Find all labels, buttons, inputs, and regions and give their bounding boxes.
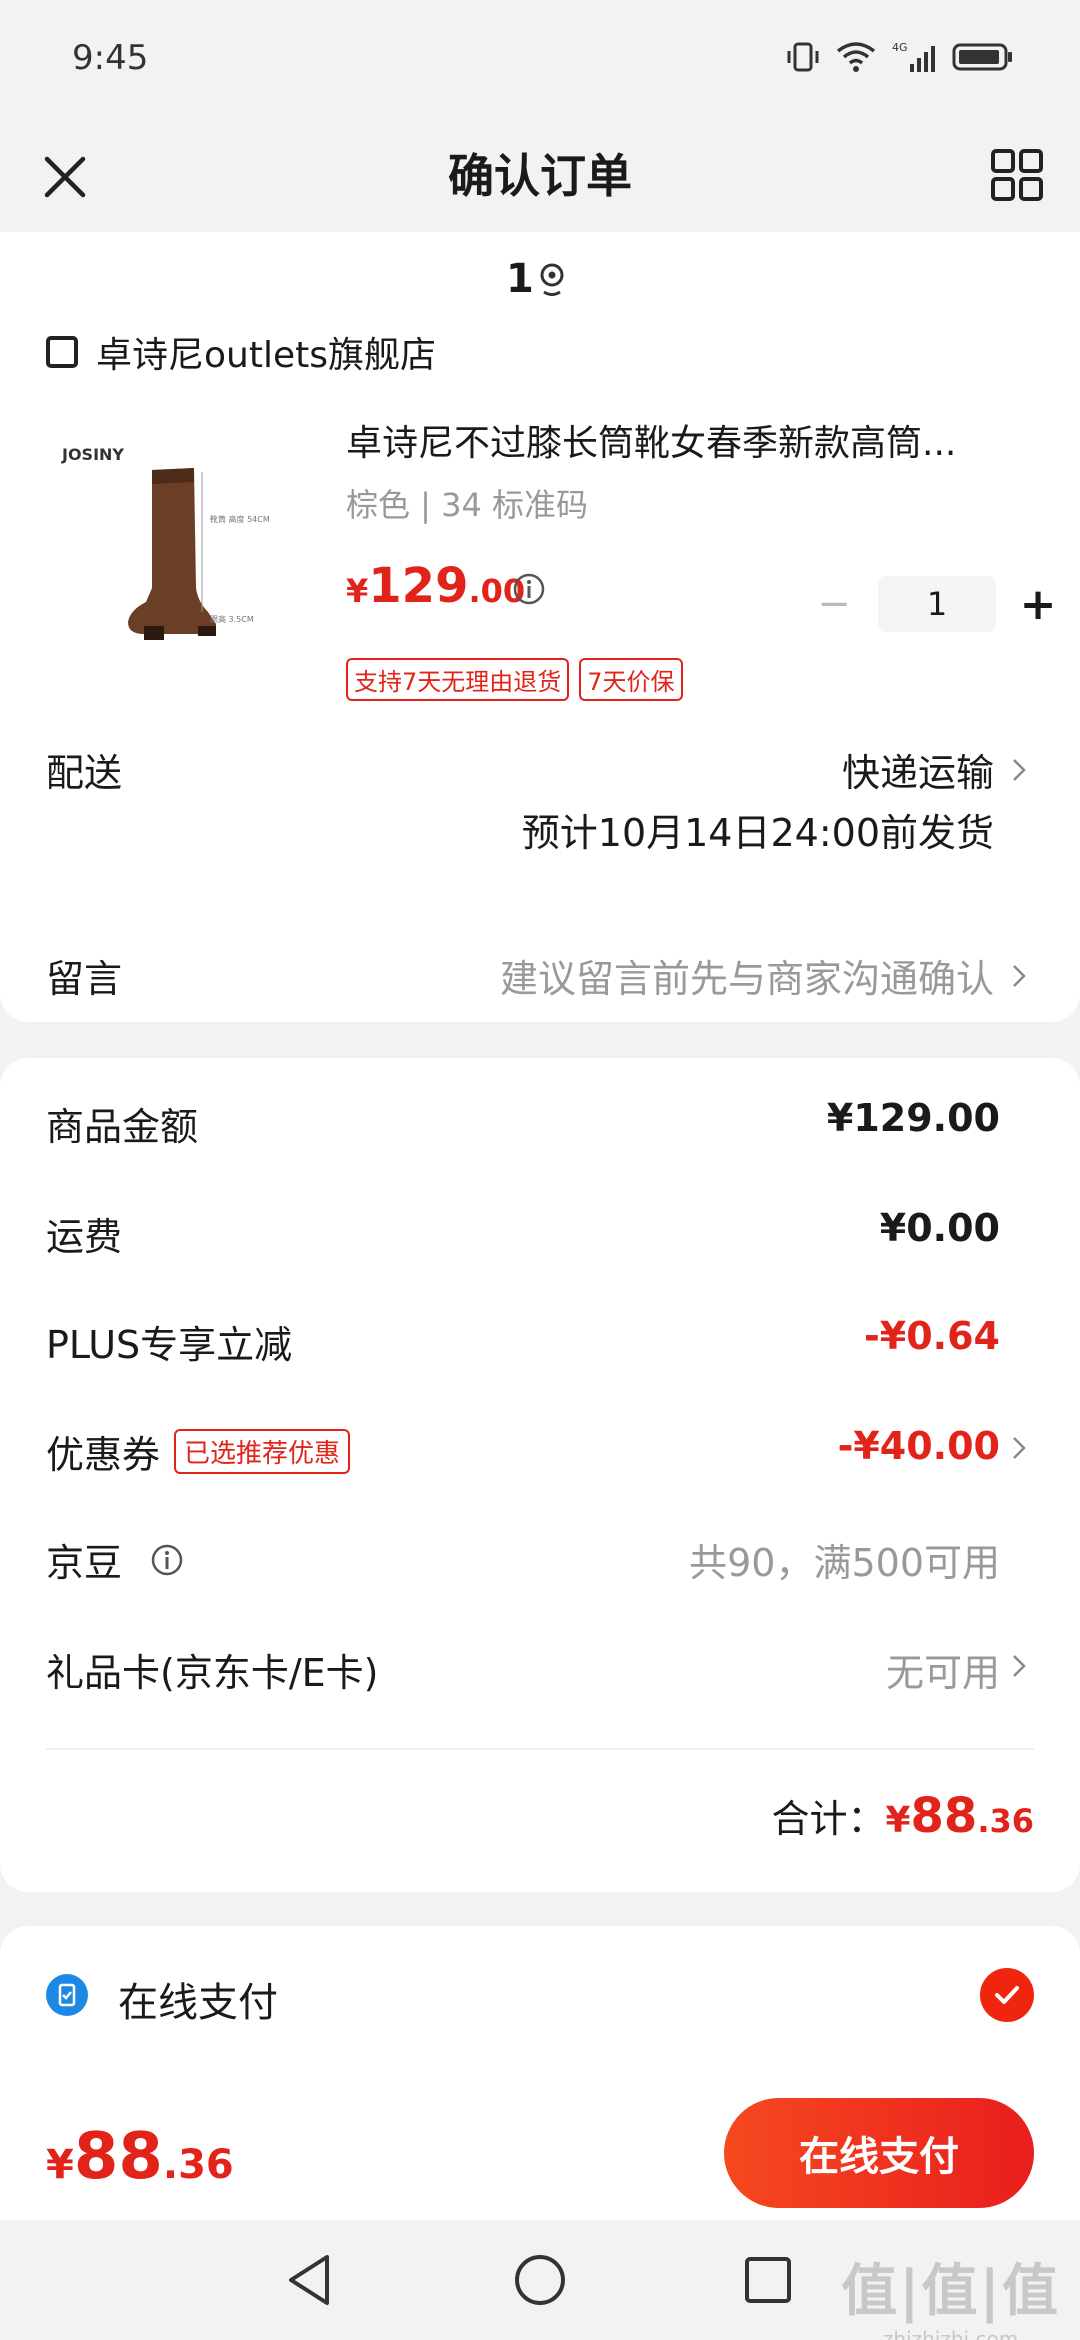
chevron-right-icon bbox=[1013, 758, 1026, 781]
product-price: ¥ 129 .00 bbox=[346, 558, 526, 614]
checkout-bar: ¥ 88 .36 在线支付 bbox=[0, 2084, 1080, 2220]
back-triangle-icon bbox=[289, 2255, 329, 2305]
delivery-estimate: 预计10月14日24:00前发货 bbox=[521, 811, 994, 855]
svg-text:4G: 4G bbox=[892, 41, 908, 54]
back-button[interactable] bbox=[280, 2250, 340, 2310]
chevron-right-icon bbox=[1013, 1655, 1026, 1677]
product-image[interactable]: JOSINY 靴筒 高度 54CM 跟高 3.5CM bbox=[48, 412, 288, 652]
total-label: 合计： bbox=[771, 1797, 886, 1841]
grid-icon bbox=[991, 149, 1043, 201]
order-item-card: 卓诗尼outlets旗舰店 JOSINY 靴筒 高度 54CM 跟高 3.5CM… bbox=[0, 332, 1080, 1022]
freight-value: ¥0.00 bbox=[879, 1206, 1000, 1250]
home-circle-icon bbox=[515, 2255, 565, 2305]
svg-text:靴筒 高度 54CM: 靴筒 高度 54CM bbox=[210, 514, 270, 524]
giftcard-label: 礼品卡(京东卡/E卡) bbox=[46, 1651, 379, 1695]
delivery-method[interactable]: 快递运输 bbox=[842, 742, 1026, 797]
address-number: 1 bbox=[506, 256, 534, 302]
chevron-right-icon bbox=[1013, 964, 1026, 987]
checkmark-icon bbox=[995, 1986, 1019, 2004]
plus-discount-label: PLUS专享立减 bbox=[46, 1323, 293, 1367]
payment-selected-check[interactable] bbox=[980, 1968, 1034, 2022]
coupon-badge: 已选推荐优惠 bbox=[174, 1429, 351, 1474]
jingdou-value: 共90，满500可用 bbox=[689, 1541, 1000, 1585]
service-tags: 支持7天无理由退货 7天价保 bbox=[346, 658, 683, 701]
watermark: 值|值|值 zhizhizhi.com bbox=[841, 2259, 1060, 2340]
status-bar: 9:45 4G bbox=[0, 0, 1080, 120]
jingdou-row: 京豆 bbox=[46, 1532, 184, 1587]
service-tag: 支持7天无理由退货 bbox=[346, 658, 570, 701]
status-icons: 4G bbox=[786, 40, 1014, 74]
pay-online-button[interactable]: 在线支付 bbox=[724, 2098, 1034, 2208]
home-button[interactable] bbox=[510, 2250, 570, 2310]
recents-square-icon bbox=[745, 2257, 791, 2303]
wifi-icon bbox=[836, 42, 876, 72]
vibrate-icon bbox=[787, 42, 819, 72]
jingdou-label: 京豆 bbox=[46, 1541, 123, 1585]
page-title: 确认订单 bbox=[448, 149, 632, 203]
plus-discount-value: -¥0.64 bbox=[864, 1314, 1000, 1358]
coupon-label: 优惠券 bbox=[46, 1433, 161, 1477]
recents-button[interactable] bbox=[738, 2250, 798, 2310]
coupon-row[interactable]: 优惠券 已选推荐优惠 bbox=[46, 1424, 351, 1479]
status-time: 9:45 bbox=[72, 38, 149, 78]
address-selector[interactable]: 1 bbox=[0, 232, 1080, 332]
giftcard-value[interactable]: 无可用 bbox=[886, 1642, 1000, 1697]
svg-text:跟高 3.5CM: 跟高 3.5CM bbox=[210, 614, 254, 624]
product-title[interactable]: 卓诗尼不过膝长筒靴女春季新款高筒... bbox=[346, 414, 1036, 466]
location-pin-icon bbox=[540, 263, 564, 296]
total-amount: ¥ 88 .36 bbox=[885, 1788, 1034, 1844]
service-tag: 7天价保 bbox=[579, 658, 683, 701]
signal-icon: 4G bbox=[892, 41, 935, 72]
divider bbox=[46, 1748, 1034, 1750]
chevron-right-icon bbox=[1013, 1437, 1026, 1459]
message-label: 留言 bbox=[46, 957, 123, 1001]
grid-menu-button[interactable] bbox=[982, 140, 1052, 210]
delivery-label: 配送 bbox=[46, 751, 123, 795]
goods-amount-value: ¥129.00 bbox=[826, 1096, 1000, 1140]
coupon-value[interactable]: -¥40.00 bbox=[838, 1424, 1000, 1468]
nav-bar: 确认订单 bbox=[0, 120, 1080, 232]
svg-text:JOSINY: JOSINY bbox=[61, 445, 124, 464]
online-pay-icon bbox=[46, 1974, 88, 2016]
price-info-button[interactable] bbox=[512, 572, 546, 610]
shop-icon bbox=[46, 336, 78, 368]
quantity-input[interactable]: 1 bbox=[878, 576, 996, 632]
quantity-stepper: − 1 + bbox=[812, 576, 1060, 632]
quantity-increase-button[interactable]: + bbox=[1016, 579, 1060, 630]
message-field[interactable]: 建议留言前先与商家沟通确认 bbox=[500, 948, 1026, 1003]
shop-row[interactable]: 卓诗尼outlets旗舰店 bbox=[46, 332, 436, 378]
payment-method-label: 在线支付 bbox=[118, 1980, 278, 2026]
shop-name: 卓诗尼outlets旗舰店 bbox=[96, 335, 436, 376]
total-row: 合计： ¥ 88 .36 bbox=[771, 1788, 1034, 1844]
price-summary-card: 商品金额 ¥129.00 运费 ¥0.00 PLUS专享立减 -¥0.64 优惠… bbox=[0, 1058, 1080, 1892]
goods-amount-label: 商品金额 bbox=[46, 1105, 199, 1149]
info-icon[interactable] bbox=[150, 1543, 184, 1577]
battery-icon bbox=[952, 43, 1012, 71]
freight-label: 运费 bbox=[46, 1215, 123, 1259]
product-spec[interactable]: 棕色 | 34 标准码 bbox=[346, 480, 588, 526]
checkout-price: ¥ 88 .36 bbox=[46, 2120, 234, 2194]
info-icon bbox=[513, 573, 545, 605]
quantity-decrease-button[interactable]: − bbox=[812, 579, 856, 629]
